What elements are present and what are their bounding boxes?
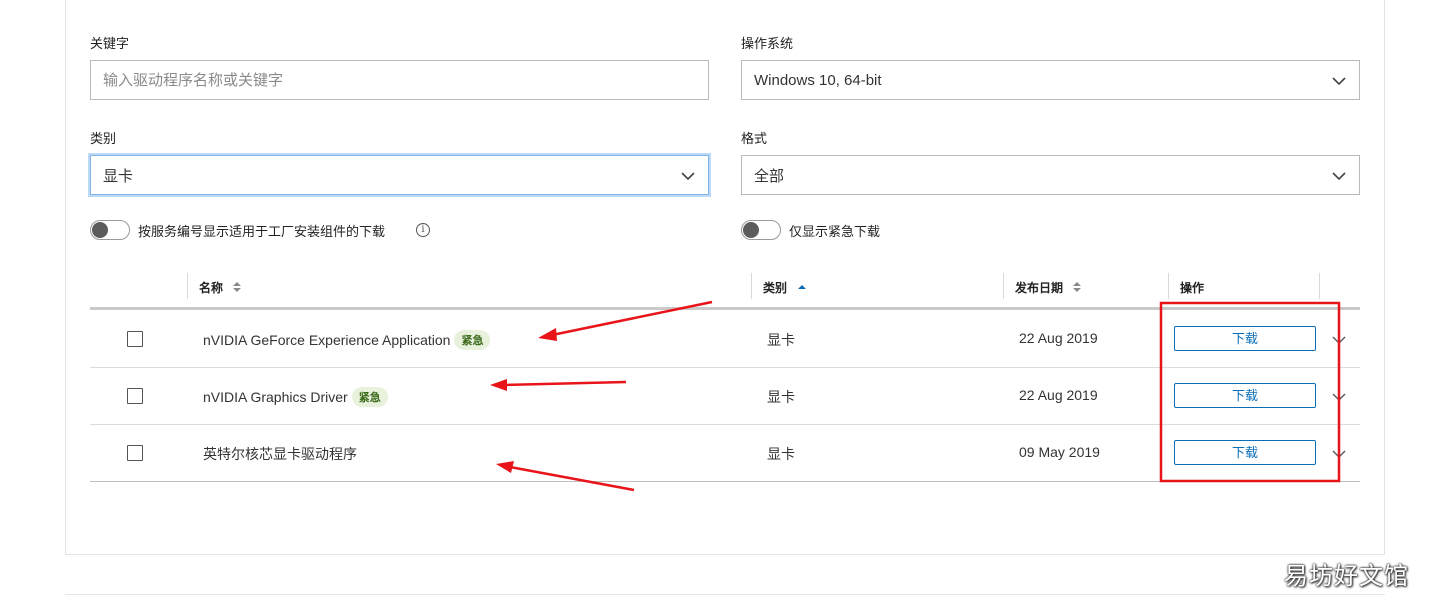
category-select[interactable]: 显卡 — [90, 155, 709, 195]
info-icon[interactable]: i — [416, 223, 430, 237]
toggle-knob — [92, 222, 108, 238]
os-select[interactable]: Windows 10, 64-bit — [741, 60, 1360, 100]
service-tag-toggle[interactable] — [90, 220, 130, 240]
urgent-badge: 紧急 — [454, 330, 491, 350]
keyword-label: 关键字 — [90, 36, 130, 51]
column-header-name[interactable]: 名称 — [188, 273, 748, 301]
sort-both-icon — [1073, 282, 1082, 292]
download-button[interactable]: 下载 — [1174, 383, 1316, 408]
date-cell: 22 Aug 2019 — [1019, 330, 1098, 346]
driver-name[interactable]: nVIDIA GeForce Experience Application — [203, 332, 450, 348]
row-divider — [90, 424, 1360, 425]
keyword-input[interactable] — [103, 61, 708, 99]
driver-name-cell: nVIDIA GeForce Experience Application 紧急 — [203, 330, 491, 350]
category-select-value: 显卡 — [103, 167, 134, 185]
category-cell: 显卡 — [767, 332, 795, 348]
row-divider — [90, 481, 1360, 482]
chevron-down-icon[interactable] — [1332, 449, 1346, 459]
urgent-only-toggle[interactable] — [741, 220, 781, 240]
date-cell: 09 May 2019 — [1019, 444, 1100, 460]
sort-ascending-icon — [798, 285, 807, 289]
column-header-action: 操作 — [1169, 273, 1319, 301]
sort-both-icon — [233, 282, 242, 292]
row-checkbox[interactable] — [127, 331, 143, 347]
driver-name-cell: nVIDIA Graphics Driver 紧急 — [203, 387, 388, 407]
driver-name[interactable]: nVIDIA Graphics Driver — [203, 389, 348, 405]
column-header-name-label: 名称 — [199, 280, 224, 295]
category-label: 类别 — [90, 131, 117, 146]
category-cell: 显卡 — [767, 446, 795, 462]
row-checkbox[interactable] — [127, 388, 143, 404]
watermark: 易坊好文馆 — [1284, 563, 1409, 590]
format-label: 格式 — [741, 131, 768, 146]
column-header-action-label: 操作 — [1180, 280, 1205, 295]
column-header-category-label: 类别 — [763, 280, 788, 295]
format-select-value: 全部 — [754, 167, 785, 185]
category-cell: 显卡 — [767, 389, 795, 405]
column-header-date-label: 发布日期 — [1015, 280, 1064, 295]
chevron-down-icon — [681, 172, 695, 181]
column-separator — [1319, 273, 1320, 299]
urgent-badge: 紧急 — [351, 387, 388, 407]
driver-name[interactable]: 英特尔核芯显卡驱动程序 — [203, 446, 357, 462]
urgent-only-toggle-label: 仅显示紧急下载 — [789, 224, 881, 239]
column-header-category[interactable]: 类别 — [752, 273, 1002, 301]
chevron-down-icon[interactable] — [1332, 392, 1346, 402]
table-header-rule — [90, 307, 1360, 310]
row-divider — [90, 367, 1360, 368]
download-button[interactable]: 下载 — [1174, 440, 1316, 465]
chevron-down-icon — [1332, 77, 1346, 86]
chevron-down-icon — [1332, 172, 1346, 181]
service-tag-toggle-label: 按服务编号显示适用于工厂安装组件的下载 — [138, 224, 386, 239]
section-divider — [65, 594, 1385, 595]
download-button[interactable]: 下载 — [1174, 326, 1316, 351]
keyword-field-wrapper — [90, 60, 709, 100]
row-checkbox[interactable] — [127, 445, 143, 461]
toggle-knob — [743, 222, 759, 238]
os-label: 操作系统 — [741, 36, 794, 51]
chevron-down-icon[interactable] — [1332, 335, 1346, 345]
driver-name-cell: 英特尔核芯显卡驱动程序 — [203, 444, 357, 464]
os-select-value: Windows 10, 64-bit — [754, 71, 882, 89]
column-header-date[interactable]: 发布日期 — [1004, 273, 1164, 301]
date-cell: 22 Aug 2019 — [1019, 387, 1098, 403]
format-select[interactable]: 全部 — [741, 155, 1360, 195]
